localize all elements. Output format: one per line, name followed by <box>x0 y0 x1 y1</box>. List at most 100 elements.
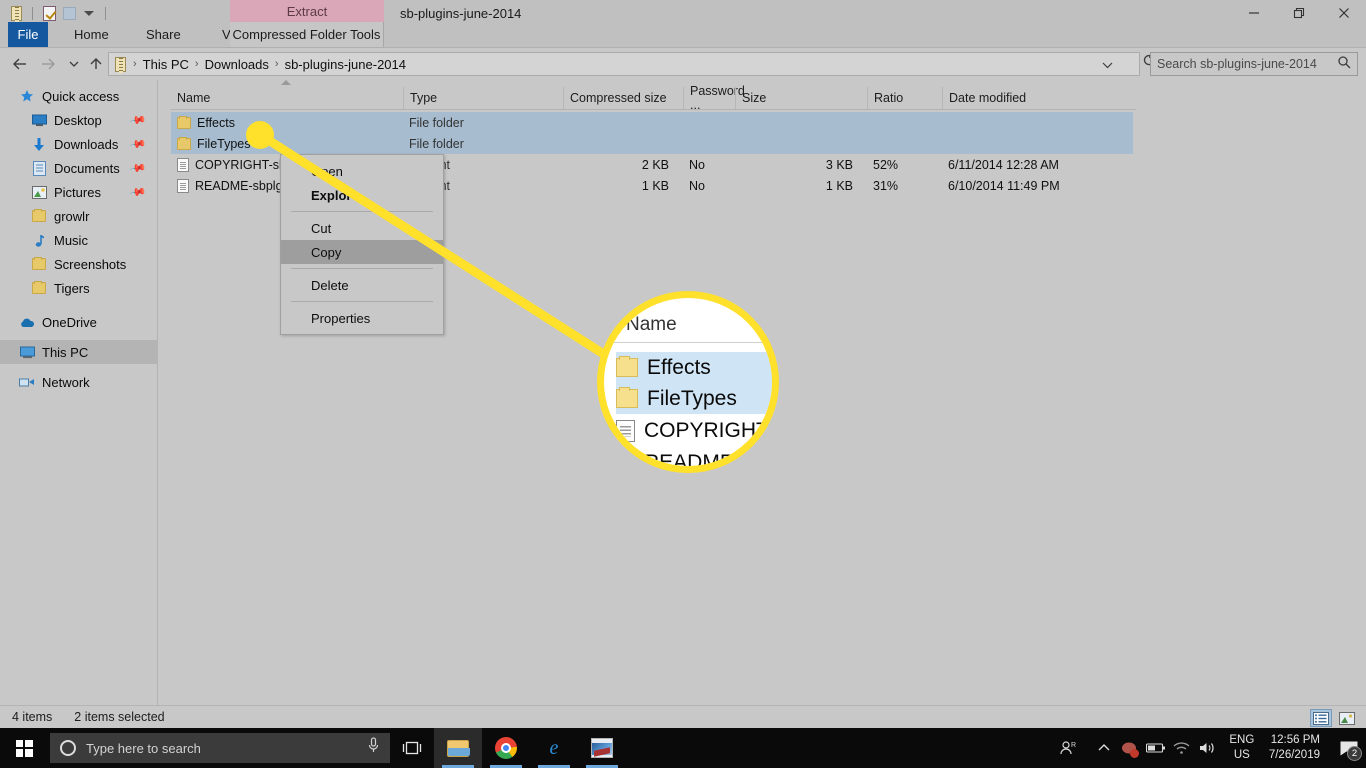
folder-icon <box>177 115 191 129</box>
windows-start-icon[interactable] <box>0 728 48 768</box>
qat-dropdown-caret-icon[interactable] <box>79 2 99 24</box>
context-menu-label: Open <box>311 163 343 179</box>
search-icon[interactable] <box>1337 55 1351 74</box>
row-password-cell <box>683 112 735 133</box>
row-compressed-size-cell <box>563 112 683 133</box>
properties-icon[interactable] <box>39 2 59 24</box>
address-dropdown-caret-icon[interactable] <box>1102 61 1113 72</box>
column-header-name[interactable]: Name <box>171 80 403 109</box>
row-date-cell: 6/11/2014 12:28 AM <box>948 157 1059 172</box>
sidebar-item-documents[interactable]: Documents 📌 <box>0 156 157 180</box>
large-icons-view-button[interactable] <box>1336 709 1358 727</box>
sidebar-item-music[interactable]: Music <box>0 228 157 252</box>
breadcrumb-downloads[interactable]: Downloads <box>202 57 272 72</box>
row-name-cell: FileTypes <box>171 133 403 154</box>
column-headers: Name Type Compressed size Password ... S… <box>171 80 1136 112</box>
breadcrumb-separator-1: › <box>194 58 199 70</box>
sidebar-item-tigers[interactable]: Tigers <box>0 276 157 300</box>
people-icon[interactable]: R <box>1055 728 1081 768</box>
magnifier-row: COPYRIGHT- <box>616 415 772 446</box>
up-arrow-icon[interactable] <box>84 52 108 76</box>
table-row[interactable]: FileTypes File folder <box>171 133 1133 154</box>
action-center-icon[interactable]: 2 <box>1332 728 1366 768</box>
task-view-icon[interactable] <box>390 728 434 768</box>
context-menu-item-explore[interactable]: Explore <box>281 183 443 207</box>
battery-icon[interactable] <box>1143 728 1169 768</box>
new-folder-icon[interactable] <box>59 2 79 24</box>
column-header-ratio[interactable]: Ratio <box>867 87 942 109</box>
context-menu-item-copy[interactable]: Copy <box>281 240 443 264</box>
sidebar-item-growlr[interactable]: growlr <box>0 204 157 228</box>
breadcrumb-this-pc[interactable]: This PC <box>140 57 192 72</box>
taskbar-search-placeholder: Type here to search <box>86 740 201 756</box>
pin-icon: 📌 <box>128 112 147 130</box>
volume-icon[interactable] <box>1195 728 1221 768</box>
sidebar-item-desktop[interactable]: Desktop 📌 <box>0 108 157 132</box>
show-hidden-icons-caret-icon[interactable] <box>1091 728 1117 768</box>
column-header-size[interactable]: Size <box>735 87 867 109</box>
sidebar-item-onedrive[interactable]: OneDrive <box>0 310 157 334</box>
column-header-type[interactable]: Type <box>403 87 563 109</box>
row-date-cell <box>942 133 1132 154</box>
forward-arrow-icon[interactable] <box>36 52 60 76</box>
sidebar-item-pictures[interactable]: Pictures 📌 <box>0 180 157 204</box>
sidebar-label: Downloads <box>54 136 119 152</box>
file-explorer-taskbar-icon[interactable] <box>434 728 482 768</box>
microphone-icon[interactable] <box>367 737 380 759</box>
address-breadcrumb-bar[interactable]: › This PC › Downloads › sb-plugins-june-… <box>108 52 1140 76</box>
sidebar-item-quick-access[interactable]: Quick access <box>0 84 157 108</box>
context-menu-item-cut[interactable]: Cut <box>281 216 443 240</box>
context-menu-label: Delete <box>311 277 349 293</box>
tab-share[interactable]: Share <box>134 22 193 47</box>
taskbar-search-input[interactable]: Type here to search <box>50 733 390 763</box>
tab-compressed-folder-tools[interactable]: Compressed Folder Tools <box>230 22 384 47</box>
sidebar-item-network[interactable]: Network <box>0 370 157 394</box>
column-header-compressed-size[interactable]: Compressed size <box>563 87 683 109</box>
column-header-date-modified[interactable]: Date modified <box>942 87 1132 109</box>
file-name: README-sbplg <box>195 178 283 193</box>
table-row[interactable]: Effects File folder <box>171 112 1133 133</box>
edge-taskbar-icon[interactable]: e <box>530 728 578 768</box>
qat-separator-2 <box>105 6 106 20</box>
chrome-taskbar-icon[interactable] <box>482 728 530 768</box>
navigation-pane: Quick access Desktop 📌 Downloads 📌 Docum… <box>0 80 158 705</box>
star-icon <box>18 88 36 104</box>
tray-app-icon[interactable] <box>1117 728 1143 768</box>
search-placeholder: Search sb-plugins-june-2014 <box>1157 57 1317 71</box>
recent-locations-caret-icon[interactable] <box>62 52 86 76</box>
sidebar-item-screenshots[interactable]: Screenshots <box>0 252 157 276</box>
back-arrow-icon[interactable] <box>8 52 32 76</box>
zip-icon[interactable] <box>6 2 26 24</box>
status-bar: 4 items 2 items selected <box>0 705 1366 728</box>
cortana-circle-icon[interactable] <box>60 740 76 756</box>
context-menu-label: Copy <box>311 244 342 260</box>
sidebar-label: growlr <box>54 208 90 224</box>
context-menu-item-open[interactable]: Open <box>281 159 443 183</box>
language-indicator[interactable]: ENG US <box>1221 728 1263 768</box>
document-icon <box>616 419 635 442</box>
system-tray: R ENG US 12:56 PM 7/26/2019 2 <box>1055 728 1366 768</box>
clock[interactable]: 12:56 PM 7/26/2019 <box>1263 728 1332 768</box>
tab-home[interactable]: Home <box>62 22 121 47</box>
wifi-icon[interactable] <box>1169 728 1195 768</box>
breadcrumb-current-folder[interactable]: sb-plugins-june-2014 <box>282 57 409 72</box>
row-size-cell <box>735 112 867 133</box>
context-menu[interactable]: Open Explore Cut Copy Delete Properties <box>280 154 444 335</box>
documents-icon <box>30 160 48 176</box>
sidebar-gap-1 <box>0 300 157 310</box>
tab-file[interactable]: File <box>8 22 48 47</box>
search-input[interactable]: Search sb-plugins-june-2014 <box>1150 52 1358 76</box>
sidebar-item-downloads[interactable]: Downloads 📌 <box>0 132 157 156</box>
music-note-icon <box>30 232 48 248</box>
sidebar-item-this-pc[interactable]: This PC <box>0 340 157 364</box>
notification-count-badge: 2 <box>1347 746 1362 761</box>
photos-taskbar-icon[interactable] <box>578 728 626 768</box>
context-menu-item-delete[interactable]: Delete <box>281 273 443 297</box>
row-date-cell <box>942 112 1132 133</box>
magnifier-row-label: Effects <box>647 355 711 379</box>
sidebar-label: Screenshots <box>54 256 127 272</box>
column-header-password[interactable]: Password ... <box>683 84 745 112</box>
context-menu-item-properties[interactable]: Properties <box>281 306 443 330</box>
download-arrow-icon <box>30 136 48 152</box>
details-view-button[interactable] <box>1310 709 1332 727</box>
